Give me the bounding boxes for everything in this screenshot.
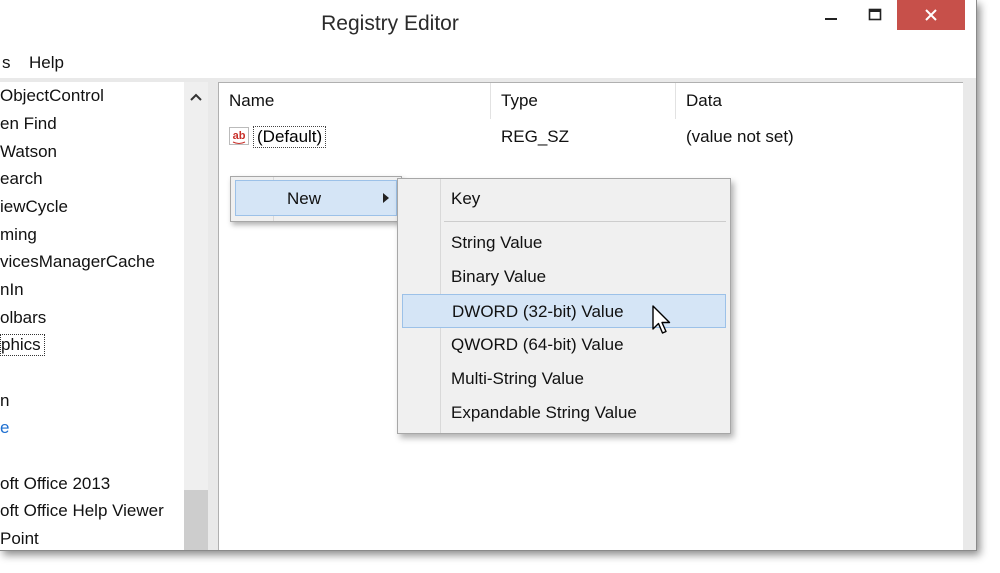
menu-item-label: Expandable String Value bbox=[451, 403, 637, 422]
close-button[interactable] bbox=[897, 0, 965, 30]
menu-item-label: DWORD (32-bit) Value bbox=[452, 302, 624, 321]
tree-item[interactable]: oft Office 2013 bbox=[0, 474, 110, 494]
menu-item-multi-string-value[interactable]: Multi-String Value bbox=[398, 362, 730, 396]
menu-item-expandable-string-value[interactable]: Expandable String Value bbox=[398, 396, 730, 430]
value-name: (Default) bbox=[253, 126, 327, 148]
menu-item-label: String Value bbox=[451, 233, 543, 252]
menu-item-binary-value[interactable]: Binary Value bbox=[398, 260, 730, 294]
tree-scrollbar[interactable] bbox=[184, 82, 208, 550]
value-type: REG_SZ bbox=[501, 127, 570, 146]
tree-item-selected[interactable]: phics bbox=[0, 334, 45, 356]
menu-item-new[interactable]: New bbox=[235, 180, 397, 216]
pane-splitter[interactable] bbox=[208, 82, 218, 550]
menu-item-options[interactable]: s bbox=[2, 53, 11, 73]
tree-item[interactable]: en Find bbox=[0, 114, 57, 134]
chevron-up-icon bbox=[190, 93, 202, 101]
menu-item-dword-value[interactable]: DWORD (32-bit) Value bbox=[402, 294, 726, 328]
tree-item[interactable]: ming bbox=[0, 225, 37, 245]
tree-item[interactable]: Watson bbox=[0, 142, 57, 162]
minimize-button[interactable] bbox=[818, 0, 844, 30]
menu-separator bbox=[444, 221, 726, 222]
menu-item-label: Multi-String Value bbox=[451, 369, 584, 388]
close-icon bbox=[925, 9, 937, 21]
window-title: Registry Editor bbox=[321, 12, 459, 35]
tree-item[interactable]: earch bbox=[0, 169, 43, 189]
menu-item-new-label: New bbox=[287, 189, 322, 208]
menu-item-help[interactable]: Help bbox=[29, 53, 64, 73]
minimize-icon bbox=[825, 18, 837, 20]
registry-editor-window: Registry Editor s Help ObjectControl en … bbox=[0, 0, 977, 551]
menu-item-label: Binary Value bbox=[451, 267, 547, 286]
mouse-pointer-icon bbox=[652, 305, 671, 334]
tree-item[interactable]: nIn bbox=[0, 280, 24, 300]
menu-item-qword-value[interactable]: QWORD (64-bit) Value bbox=[398, 328, 730, 362]
scrollbar-thumb[interactable] bbox=[184, 490, 208, 550]
menu-item-label: Key bbox=[451, 189, 481, 208]
menu-item-key[interactable]: Key bbox=[398, 182, 730, 216]
key-tree: ObjectControl en Find Watson earch iewCy… bbox=[0, 82, 184, 550]
tree-item[interactable]: iewCycle bbox=[0, 197, 68, 217]
menu-item-label: QWORD (64-bit) Value bbox=[451, 335, 624, 354]
tree-item[interactable]: ObjectControl bbox=[0, 86, 104, 106]
tree-item[interactable]: n bbox=[0, 391, 9, 411]
maximize-icon bbox=[868, 8, 882, 21]
tree-item[interactable]: Point bbox=[0, 529, 39, 549]
tree-item[interactable]: e bbox=[0, 418, 9, 438]
string-value-icon-text: ab bbox=[233, 130, 246, 142]
column-header-name[interactable]: Name bbox=[219, 83, 491, 119]
menu-bar: s Help bbox=[0, 50, 976, 78]
context-menu: New bbox=[230, 176, 402, 222]
string-value-icon: ab bbox=[229, 127, 249, 145]
column-header-type[interactable]: Type bbox=[491, 83, 676, 119]
new-submenu: Key String Value Binary Value DWORD (32-… bbox=[397, 178, 731, 434]
column-header-data[interactable]: Data bbox=[676, 83, 963, 119]
tree-item[interactable]: vicesManagerCache bbox=[0, 252, 155, 272]
submenu-arrow-icon bbox=[383, 193, 389, 203]
tree-item[interactable]: olbars bbox=[0, 308, 46, 328]
tree-item[interactable]: oft Office Help Viewer bbox=[0, 501, 164, 521]
title-bar: Registry Editor bbox=[0, 0, 976, 50]
maximize-button[interactable] bbox=[862, 0, 888, 30]
value-data: (value not set) bbox=[686, 127, 794, 146]
menu-item-string-value[interactable]: String Value bbox=[398, 226, 730, 260]
scroll-up-button[interactable] bbox=[184, 86, 208, 108]
